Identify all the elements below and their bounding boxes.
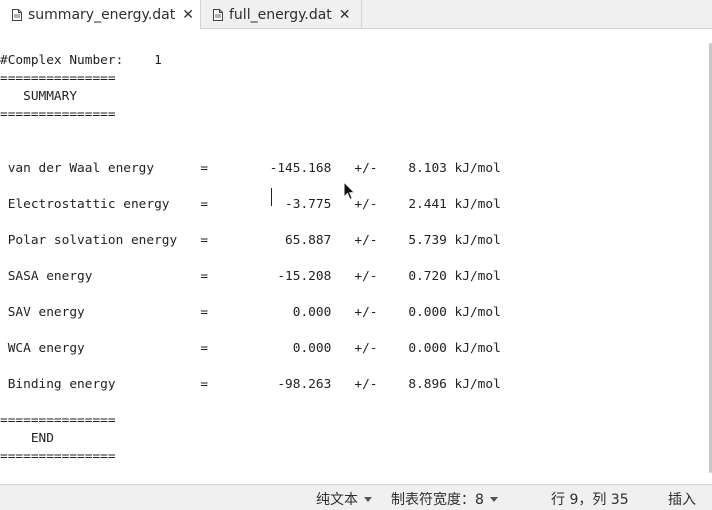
document-icon xyxy=(213,8,223,21)
line-19: Binding energy = -98.263 +/- 8.896 kJ/mo… xyxy=(0,377,501,392)
line-1: #Complex Number: 1 xyxy=(0,53,162,68)
tab-label: summary_energy.dat xyxy=(28,6,176,23)
line-3: SUMMARY xyxy=(0,89,78,104)
cursor-position: 行 9，列 35 xyxy=(551,489,629,509)
tab-full-energy[interactable]: full_energy.dat ✕ xyxy=(201,0,362,29)
line-21: =============== xyxy=(0,413,116,428)
close-icon[interactable]: ✕ xyxy=(182,7,194,23)
cursor-position-label: 行 9，列 35 xyxy=(551,492,629,508)
status-bar: 纯文本 制表符宽度：8 行 9，列 35 插入 xyxy=(0,484,712,510)
line-11: Polar solvation energy = 65.887 +/- 5.73… xyxy=(0,233,501,248)
tab-summary-energy[interactable]: summary_energy.dat ✕ xyxy=(0,0,201,29)
mouse-pointer-icon xyxy=(343,181,356,201)
tab-label: full_energy.dat xyxy=(229,6,332,23)
line-15: SAV energy = 0.000 +/- 0.000 kJ/mol xyxy=(0,305,501,320)
syntax-selector[interactable]: 纯文本 xyxy=(316,489,372,509)
line-23: =============== xyxy=(0,449,116,464)
tab-bar: summary_energy.dat ✕ full_energy.dat ✕ xyxy=(0,0,712,29)
chevron-down-icon xyxy=(364,496,372,502)
insert-mode-label: 插入 xyxy=(668,492,696,508)
line-13: SASA energy = -15.208 +/- 0.720 kJ/mol xyxy=(0,269,501,284)
syntax-label: 纯文本 xyxy=(316,492,358,508)
document-icon xyxy=(12,8,22,21)
line-22: END xyxy=(0,431,54,446)
close-icon[interactable]: ✕ xyxy=(339,7,351,23)
text-editor[interactable]: #Complex Number: 1 =============== SUMMA… xyxy=(0,29,712,484)
tab-width-selector[interactable]: 制表符宽度：8 xyxy=(391,489,498,509)
line-17: WCA energy = 0.000 +/- 0.000 kJ/mol xyxy=(0,341,501,356)
line-9: Electrostattic energy = -3.775 +/- 2.441… xyxy=(0,197,501,212)
tab-width-label: 制表符宽度：8 xyxy=(391,492,484,508)
editor-text[interactable]: #Complex Number: 1 =============== SUMMA… xyxy=(0,52,501,466)
text-caret xyxy=(271,188,272,206)
line-4: =============== xyxy=(0,107,116,122)
line-7: van der Waal energy = -145.168 +/- 8.103… xyxy=(0,161,501,176)
insert-mode: 插入 xyxy=(668,489,696,509)
chevron-down-icon xyxy=(489,496,498,502)
line-2: =============== xyxy=(0,71,116,86)
